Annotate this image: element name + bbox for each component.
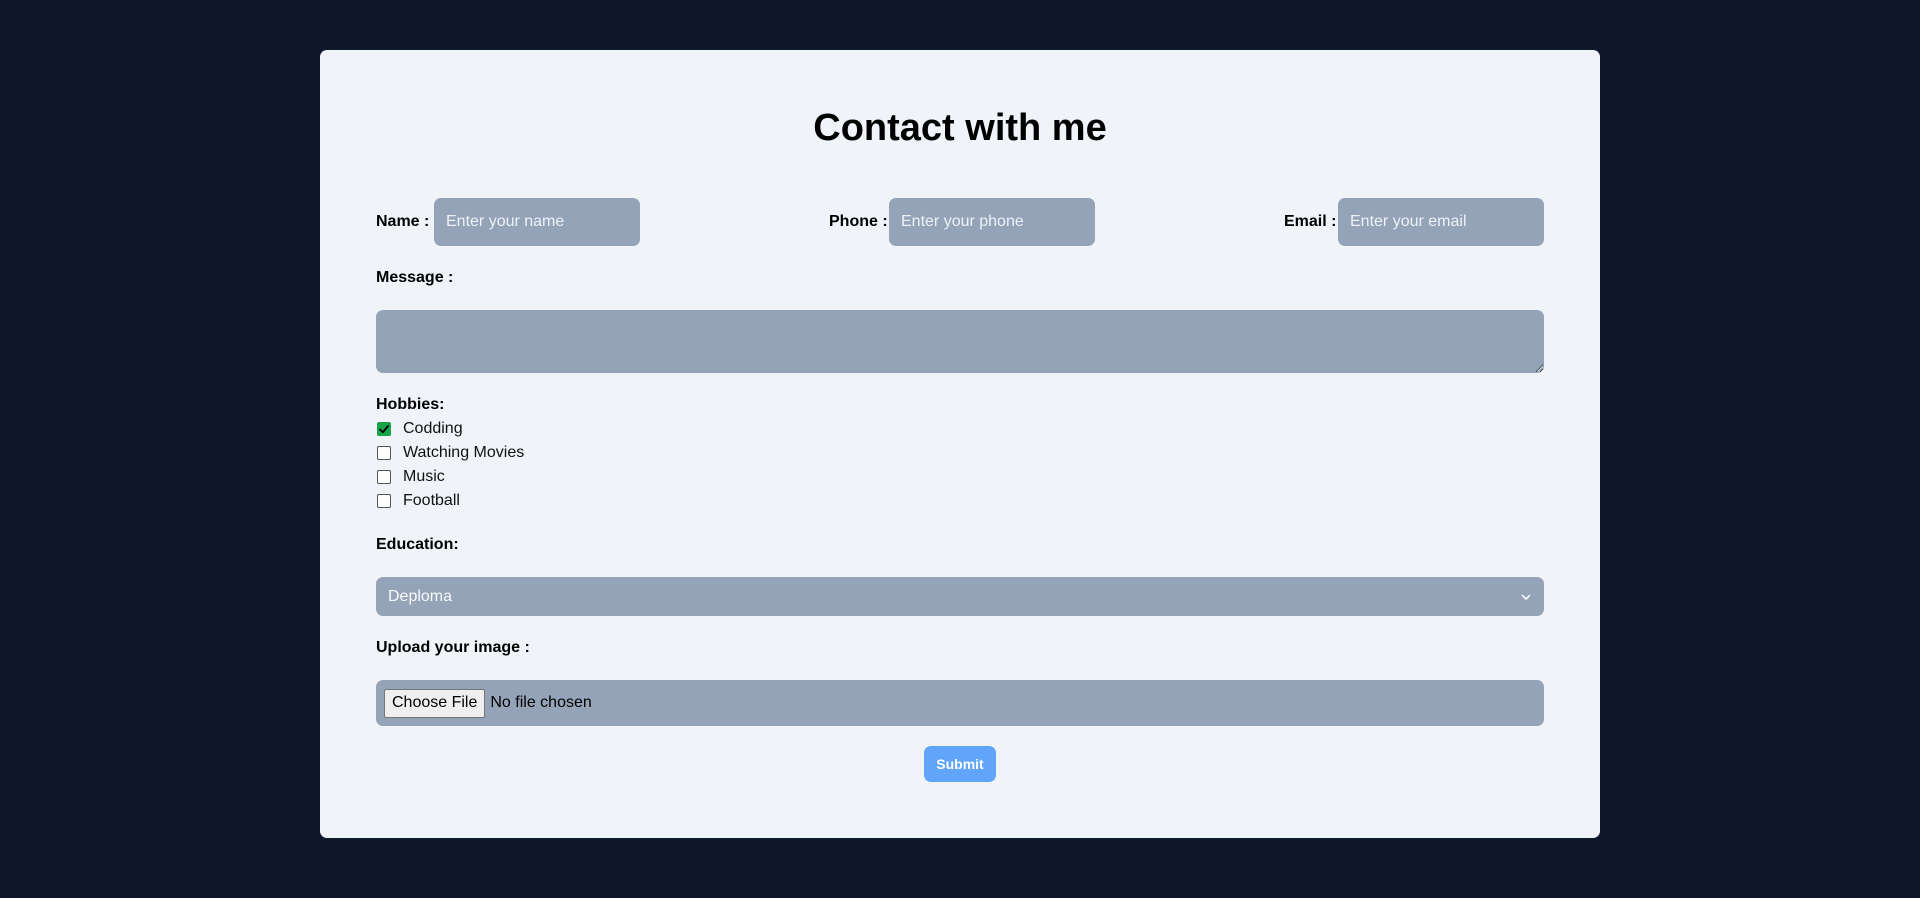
phone-input[interactable] <box>889 198 1095 246</box>
file-status-text: No file chosen <box>490 694 592 711</box>
hobby-option-music[interactable]: Music <box>376 467 445 487</box>
education-label: Education: <box>376 536 459 553</box>
checkbox-checked[interactable] <box>377 422 391 436</box>
message-textarea[interactable] <box>376 310 1544 373</box>
submit-button[interactable]: Submit <box>924 746 996 782</box>
education-selected-value: Deploma <box>388 587 453 605</box>
hobby-label: Codding <box>403 420 463 437</box>
hobby-label: Music <box>403 468 445 485</box>
upload-label: Upload your image : <box>376 639 530 656</box>
hobby-label: Football <box>403 492 460 509</box>
form-title: Contact with me <box>813 107 1107 149</box>
checkbox-unchecked[interactable] <box>377 446 391 460</box>
phone-label: Phone : <box>829 213 888 230</box>
message-label: Message : <box>376 269 454 286</box>
email-input[interactable] <box>1338 198 1544 246</box>
email-label: Email : <box>1284 213 1337 230</box>
file-upload-field[interactable]: Choose File No file chosen <box>376 680 1544 726</box>
name-label: Name : <box>376 213 430 230</box>
choose-file-button[interactable]: Choose File <box>384 688 486 718</box>
hobby-option-football[interactable]: Football <box>376 491 460 511</box>
checkbox-unchecked[interactable] <box>377 470 391 484</box>
checkmark-icon <box>379 425 389 434</box>
name-input[interactable] <box>434 198 640 246</box>
checkbox-unchecked[interactable] <box>377 494 391 508</box>
hobby-option-watching-movies[interactable]: Watching Movies <box>376 443 524 463</box>
hobby-option-codding[interactable]: Codding <box>376 419 463 439</box>
hobbies-label: Hobbies: <box>376 396 445 413</box>
hobby-label: Watching Movies <box>403 444 525 461</box>
education-select[interactable]: Deploma <box>376 577 1544 616</box>
chevron-down-icon <box>1520 591 1532 603</box>
